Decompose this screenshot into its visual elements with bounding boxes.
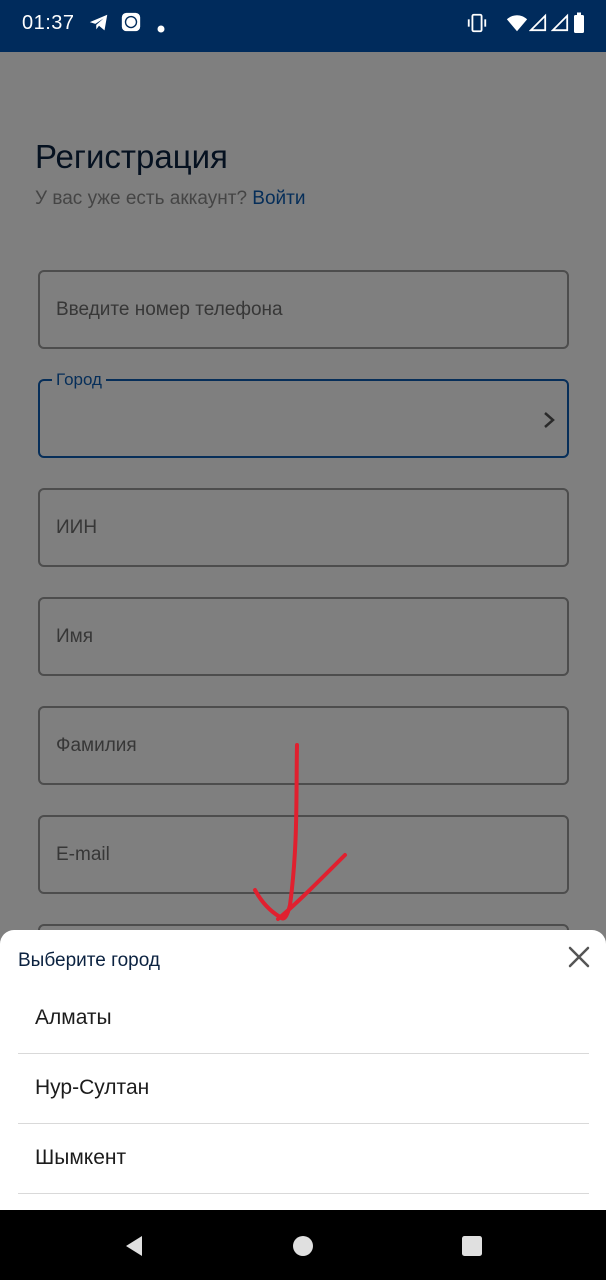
vibrate-icon	[467, 13, 487, 33]
sheet-title: Выберите город	[18, 950, 160, 971]
system-nav-bar	[0, 1210, 606, 1280]
status-bar: 01:37	[0, 0, 606, 52]
city-picker-sheet: Выберите город Алматы Нур-Султан Шымкент	[0, 930, 606, 1210]
close-icon[interactable]	[567, 945, 591, 969]
city-option-label: Нур-Султан	[35, 1076, 150, 1099]
annotation-arrow-icon	[253, 743, 347, 921]
telegram-icon	[89, 14, 108, 31]
signal-icon	[551, 13, 569, 32]
city-option-label: Шымкент	[35, 1146, 127, 1169]
battery-icon	[574, 12, 584, 33]
app-icon	[121, 12, 141, 32]
home-icon[interactable]	[291, 1234, 315, 1258]
city-option[interactable]: Алматы	[18, 984, 589, 1054]
recents-icon[interactable]	[460, 1234, 484, 1258]
dot-icon	[157, 25, 165, 33]
back-icon[interactable]	[122, 1234, 146, 1258]
city-option[interactable]: Нур-Султан	[18, 1054, 589, 1124]
wifi-icon	[506, 15, 528, 32]
status-time: 01:37	[22, 12, 75, 34]
city-option-label: Алматы	[35, 1006, 112, 1029]
city-option[interactable]: Шымкент	[18, 1124, 589, 1194]
signal-icon	[529, 13, 547, 32]
